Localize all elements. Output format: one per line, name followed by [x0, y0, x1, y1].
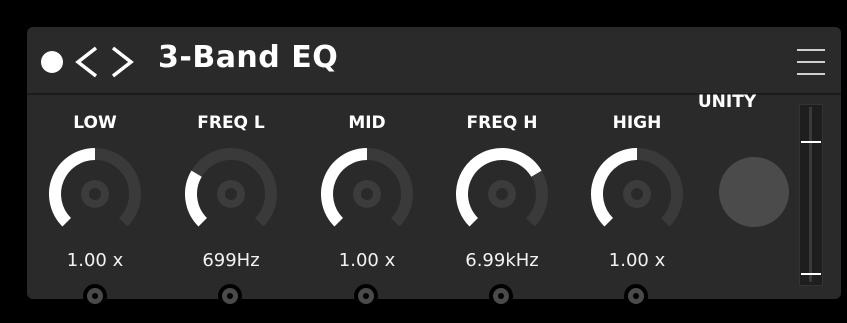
knob-label: LOW: [73, 113, 117, 133]
chevron-left-icon[interactable]: [74, 45, 100, 79]
unity-label: UNITY: [697, 92, 757, 112]
hamburger-menu-icon[interactable]: [797, 47, 825, 77]
low-knob[interactable]: [45, 144, 145, 244]
knob-value-arc: [185, 170, 208, 227]
knob-center-dot: [631, 188, 643, 200]
knob-center-dot: [361, 188, 373, 200]
knob-label: MID: [348, 113, 386, 133]
meter-track: [809, 107, 812, 282]
mid-knob[interactable]: [317, 144, 417, 244]
chevron-right-icon[interactable]: [109, 45, 135, 79]
knob-center-dot: [225, 188, 237, 200]
knob-label: HIGH: [612, 113, 662, 133]
unity-button[interactable]: [719, 157, 789, 227]
input-port[interactable]: [624, 284, 648, 308]
app-title: 3-Band EQ: [158, 40, 339, 75]
input-port[interactable]: [489, 284, 513, 308]
knob-value: 1.00 x: [66, 250, 124, 271]
knob-value: 1.00 x: [338, 250, 396, 271]
knob-value: 699Hz: [202, 250, 260, 271]
input-port[interactable]: [218, 284, 242, 308]
knob-value: 6.99kHz: [465, 250, 539, 271]
knob-mid: MID 1.00 x: [299, 95, 435, 299]
header-bar: 3-Band EQ: [27, 27, 841, 95]
freq-h-knob[interactable]: [452, 144, 552, 244]
knob-label: FREQ H: [466, 113, 538, 133]
knob-low: LOW 1.00 x: [27, 95, 163, 299]
high-knob[interactable]: [587, 144, 687, 244]
level-meter[interactable]: [799, 104, 823, 286]
knob-freq-l: FREQ L 699Hz: [163, 95, 299, 299]
freq-l-knob[interactable]: [181, 144, 281, 244]
input-port[interactable]: [354, 284, 378, 308]
knob-high: HIGH 1.00 x: [569, 95, 705, 299]
knob-freq-h: FREQ H 6.99kHz: [434, 95, 570, 299]
knob-value: 1.00 x: [608, 250, 666, 271]
knob-center-dot: [89, 188, 101, 200]
meter-marker-top: [801, 141, 821, 143]
meter-marker-bottom: [801, 273, 821, 275]
input-port[interactable]: [83, 284, 107, 308]
power-dot-icon[interactable]: [41, 51, 63, 73]
knob-center-dot: [496, 188, 508, 200]
knob-label: FREQ L: [197, 113, 265, 133]
